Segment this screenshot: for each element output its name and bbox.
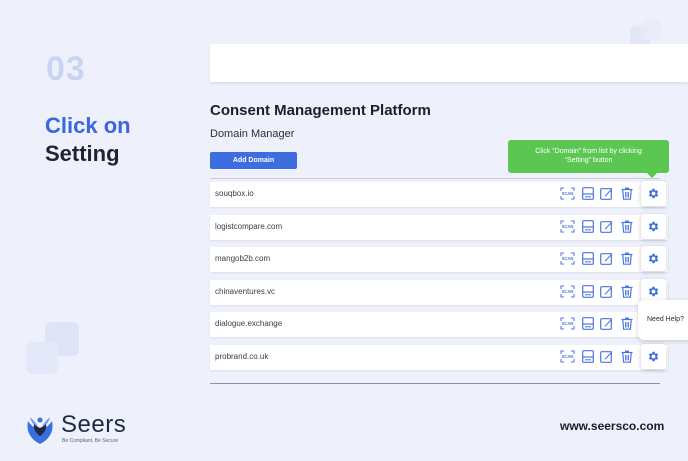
brand-name: Seers [61,411,127,438]
setting-gear-button[interactable] [641,181,666,206]
scan-icon[interactable]: SCAN [560,219,575,234]
svg-text:SCAN: SCAN [562,322,574,327]
step-number: 03 [46,50,86,88]
website-url: www.seersco.com [560,419,665,433]
seers-logo-icon [27,417,53,444]
gear-icon [647,220,660,233]
domain-row[interactable]: souqbox.io SCAN [210,181,668,207]
domain-row[interactable]: chinaventures.vc SCAN [210,278,668,305]
svg-text:SCAN: SCAN [562,354,574,359]
scan-icon[interactable]: SCAN [560,284,575,299]
divider [210,383,660,384]
domain-name[interactable]: souqbox.io [215,189,254,198]
edit-icon[interactable] [599,284,614,299]
decorative-square [641,20,661,40]
domain-row[interactable]: probrand.co.uk SCAN [210,344,668,370]
app-top-bar [210,44,688,82]
platform-title: Consent Management Platform [210,102,431,119]
delete-icon[interactable] [619,186,634,201]
need-help-label: Need Help? [647,316,684,323]
gear-icon [647,285,660,298]
edit-icon[interactable] [599,349,614,364]
seers-logo: Seers Be Compliant, Be Secure [24,411,154,445]
tooltip-arrow [647,173,657,178]
edit-icon[interactable] [599,186,614,201]
domain-row[interactable]: dialogue.exchange SCAN [210,311,668,338]
decorative-square [26,342,58,374]
gear-icon [647,252,660,265]
domain-row[interactable]: logistcompare.com SCAN [210,213,668,240]
setting-gear-button[interactable] [641,213,666,239]
delete-icon[interactable] [619,251,634,266]
delete-icon[interactable] [619,284,634,299]
delete-icon[interactable] [619,219,634,234]
tooltip-line1: Click “Domain” from list by clicking [535,148,642,155]
domain-manager-panel: Consent Management Platform Domain Manag… [210,86,688,386]
scan-icon[interactable]: SCAN [560,349,575,364]
gear-icon [647,187,660,200]
save-icon[interactable] [580,349,595,364]
add-domain-button[interactable]: Add Domain [210,152,297,169]
gear-icon [647,350,660,363]
step-headline: Click on Setting [45,112,131,168]
setting-gear-button[interactable] [641,344,666,369]
domain-row[interactable]: mangob2b.com SCAN [210,246,668,273]
section-title: Domain Manager [210,128,295,140]
domain-name[interactable]: logistcompare.com [215,222,282,231]
svg-text:SCAN: SCAN [562,256,574,261]
instruction-tooltip: Click “Domain” from list by clicking “Se… [508,140,669,178]
delete-icon[interactable] [619,316,634,331]
save-icon[interactable] [580,284,595,299]
step-title-line2: Setting [45,141,120,166]
need-help-widget[interactable]: Need Help? [638,300,688,340]
scan-icon[interactable]: SCAN [560,316,575,331]
delete-icon[interactable] [619,349,634,364]
save-icon[interactable] [580,219,595,234]
save-icon[interactable] [580,186,595,201]
brand-tagline: Be Compliant, Be Secure [62,438,119,444]
edit-icon[interactable] [599,316,614,331]
save-icon[interactable] [580,316,595,331]
domain-name[interactable]: mangob2b.com [215,254,270,263]
svg-text:SCAN: SCAN [562,191,574,196]
domain-name[interactable]: dialogue.exchange [215,319,282,328]
edit-icon[interactable] [599,251,614,266]
domain-name[interactable]: chinaventures.vc [215,287,275,296]
save-icon[interactable] [580,251,595,266]
domain-name[interactable]: probrand.co.uk [215,352,268,361]
divider [210,178,660,179]
scan-icon[interactable]: SCAN [560,186,575,201]
step-title-line1: Click on [45,113,131,138]
edit-icon[interactable] [599,219,614,234]
scan-icon[interactable]: SCAN [560,251,575,266]
svg-text:SCAN: SCAN [562,224,574,229]
svg-text:SCAN: SCAN [562,289,574,294]
tooltip-line2: “Setting” button [564,157,613,164]
setting-gear-button[interactable] [641,246,666,272]
